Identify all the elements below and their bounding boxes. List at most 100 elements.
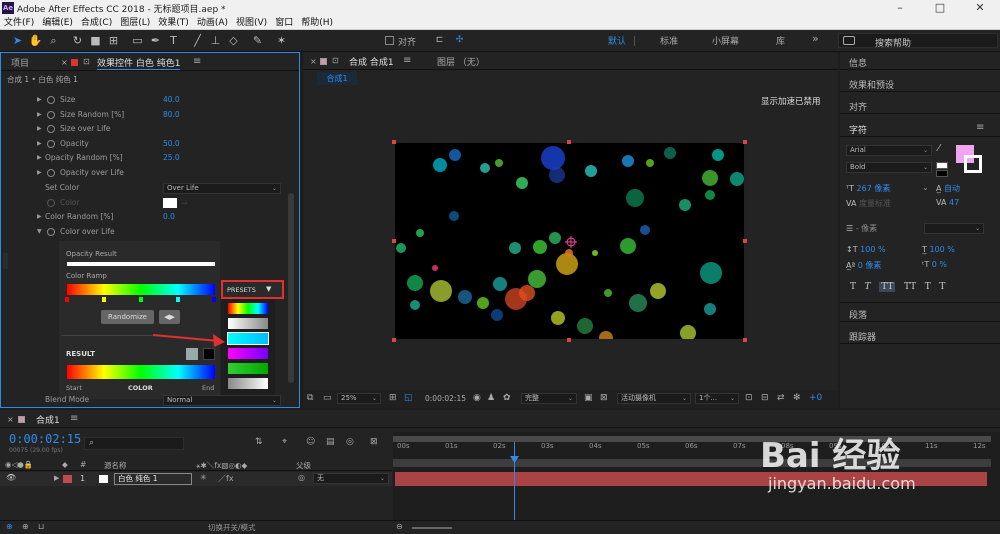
comp-subtab[interactable]: 合成1 <box>317 72 357 85</box>
layer-handle[interactable] <box>743 239 747 243</box>
kerning-row[interactable]: VA 度量标准 <box>846 198 891 209</box>
zoom-slider[interactable] <box>412 527 452 529</box>
faux-bold-button[interactable]: T <box>850 282 856 292</box>
layer-handle[interactable] <box>392 239 396 243</box>
prop-row-size[interactable]: ▶ Size 40.0 <box>1 93 297 107</box>
tab-effect-controls[interactable]: 效果控件 白色 纯色1 <box>97 56 181 70</box>
font-style-dropdown[interactable]: Bold ⌄ <box>846 162 932 173</box>
leading-value[interactable]: 自动 <box>944 184 960 193</box>
menu-composition[interactable]: 合成(C) <box>77 16 116 30</box>
toggle-switches-modes[interactable]: 切换开关/模式 <box>208 522 256 533</box>
menu-file[interactable]: 文件(F) <box>0 16 38 30</box>
preset-white-gray[interactable] <box>228 318 268 329</box>
effects-presets-header[interactable]: 效果和预设 <box>840 74 1000 92</box>
monitor-icon[interactable]: ▭ <box>323 393 332 403</box>
resolution-dropdown[interactable]: 完整 ⌄ <box>521 393 577 404</box>
workspace-library[interactable]: 库 <box>776 34 785 47</box>
pan-behind-tool-icon[interactable]: ⊞ <box>106 33 121 48</box>
comp-viewer[interactable] <box>394 142 745 340</box>
color-stop[interactable] <box>176 297 180 302</box>
rotate-tool-icon[interactable]: ↻ <box>70 33 85 48</box>
stroke-type-dropdown[interactable]: ⌄ <box>924 223 984 234</box>
info-panel-header[interactable]: 信息 <box>840 52 1000 70</box>
search-help-field[interactable]: 搜索帮助 <box>838 33 998 49</box>
expand-arrow-icon[interactable]: ▶ <box>37 137 42 151</box>
stopwatch-icon[interactable] <box>47 140 55 148</box>
tsume-value[interactable]: 0 % <box>932 260 947 269</box>
menu-animation[interactable]: 动画(A) <box>193 16 232 30</box>
stroke-width-value[interactable]: - 像素 <box>856 224 877 233</box>
menu-edit[interactable]: 编辑(E) <box>38 16 77 30</box>
zoom-tool-icon[interactable]: ⌕ <box>46 33 61 48</box>
preset-cyan[interactable] <box>227 332 269 345</box>
close-button[interactable]: ✕ <box>960 0 1000 16</box>
menu-view[interactable]: 视图(V) <box>232 16 271 30</box>
shy-layers-icon[interactable]: ☺ <box>306 437 315 447</box>
presets-dropdown[interactable]: PRESETS ▼ <box>221 280 284 299</box>
color-stop[interactable] <box>212 297 216 302</box>
paragraph-header[interactable]: 段落 <box>840 304 1000 322</box>
workspace-default[interactable]: 默认 <box>608 34 626 47</box>
frame-blending-icon[interactable]: ▤ <box>326 437 335 447</box>
prop-value[interactable]: 80.0 <box>163 108 180 122</box>
camera-tool-icon[interactable]: ■ <box>88 33 103 48</box>
panel-menu-icon[interactable]: ≡ <box>193 56 201 67</box>
comp-flowchart-icon[interactable]: ⇄ <box>777 393 785 403</box>
transparency-grid-icon[interactable]: ⊠ <box>600 393 608 403</box>
fast-preview-icon[interactable]: ⊡ <box>745 393 753 403</box>
color-swatch[interactable] <box>163 198 177 208</box>
eyedropper-icon[interactable]: ⇀ <box>181 197 188 211</box>
snap-checkbox[interactable] <box>385 36 394 45</box>
font-size-value[interactable]: 267 像素 <box>857 184 891 193</box>
zoom-dropdown[interactable]: 25% ⌄ <box>337 393 381 404</box>
stroke-width-row[interactable]: ☰ - 像素 <box>846 223 877 234</box>
close-icon[interactable]: × <box>310 57 317 66</box>
layer-handle[interactable] <box>743 140 747 144</box>
parent-dropdown[interactable]: 无 ⌄ <box>313 473 389 484</box>
prop-row-size-random[interactable]: ▶ Size Random [%] 80.0 <box>1 108 297 122</box>
snap-options-icon[interactable]: ⊏ <box>432 33 447 48</box>
stopwatch-icon[interactable] <box>47 228 55 236</box>
lock-icon[interactable]: ⊡ <box>332 56 339 65</box>
snap-grid-icon[interactable]: ✣ <box>452 33 467 48</box>
stopwatch-icon[interactable] <box>47 125 55 133</box>
tab-timeline-comp[interactable]: 合成1 <box>36 413 60 426</box>
color-stop[interactable] <box>102 297 106 302</box>
parent-header[interactable]: 父级 <box>296 460 311 471</box>
layer-handle[interactable] <box>392 338 396 342</box>
region-of-interest-icon[interactable]: ▣ <box>584 393 593 403</box>
draft-3d-icon[interactable]: ⌖ <box>282 437 287 447</box>
vertical-scale-value[interactable]: 100 % <box>860 245 885 254</box>
panel-menu-icon[interactable]: ≡ <box>70 413 78 424</box>
color-stop[interactable] <box>65 297 69 302</box>
set-color-dropdown[interactable]: Over Life ⌄ <box>163 183 281 194</box>
tracking-value[interactable]: 47 <box>949 198 959 207</box>
menu-help[interactable]: 帮助(H) <box>297 16 337 30</box>
color-ramp-bar[interactable] <box>67 284 215 295</box>
expand-arrow-icon[interactable]: ▶ <box>37 151 42 165</box>
brush-tool-icon[interactable]: ╱ <box>190 33 205 48</box>
tracking-row[interactable]: VA 47 <box>936 198 959 207</box>
transfer-controls-icon[interactable]: ⊕ <box>22 522 29 531</box>
prop-row-opacity[interactable]: ▶ Opacity 50.0 <box>1 137 297 151</box>
lock-icon[interactable]: ⊡ <box>83 57 90 66</box>
preset-gray-white[interactable] <box>228 378 268 389</box>
tracker-header[interactable]: 跟踪器 <box>840 326 1000 344</box>
expand-arrow-icon[interactable]: ▶ <box>54 474 59 482</box>
source-name-header[interactable]: 源名称 <box>104 460 127 471</box>
expand-arrow-icon[interactable]: ▶ <box>37 166 42 180</box>
tab-layer[interactable]: 图层 （无） <box>437 55 485 68</box>
selection-tool-icon[interactable]: ➤ <box>10 33 25 48</box>
comp-mini-flowchart-icon[interactable]: ⇅ <box>255 437 263 447</box>
tsume-row[interactable]: ᵗT 0 % <box>922 260 947 269</box>
tab-project[interactable]: 项目 <box>11 56 29 69</box>
menu-effect[interactable]: 效果(T) <box>154 16 193 30</box>
vertical-scale-row[interactable]: ↕T 100 % <box>846 245 886 254</box>
stroke-color-swatch[interactable] <box>964 155 982 173</box>
layer-row[interactable]: 👁 ▶ 1 白色 纯色 1 ✳ ／fx ◎ 无 ⌄ <box>0 472 392 486</box>
prop-row-opacity-over-life[interactable]: ▶ Opacity over Life <box>1 166 297 180</box>
blend-mode-dropdown[interactable]: Normal ⌄ <box>163 395 281 406</box>
prop-row-color-random[interactable]: ▶ Color Random [%] 0.0 <box>1 210 297 224</box>
safe-zones-icon[interactable]: ⊞ <box>389 393 397 403</box>
expand-arrow-icon[interactable]: ▶ <box>37 108 42 122</box>
